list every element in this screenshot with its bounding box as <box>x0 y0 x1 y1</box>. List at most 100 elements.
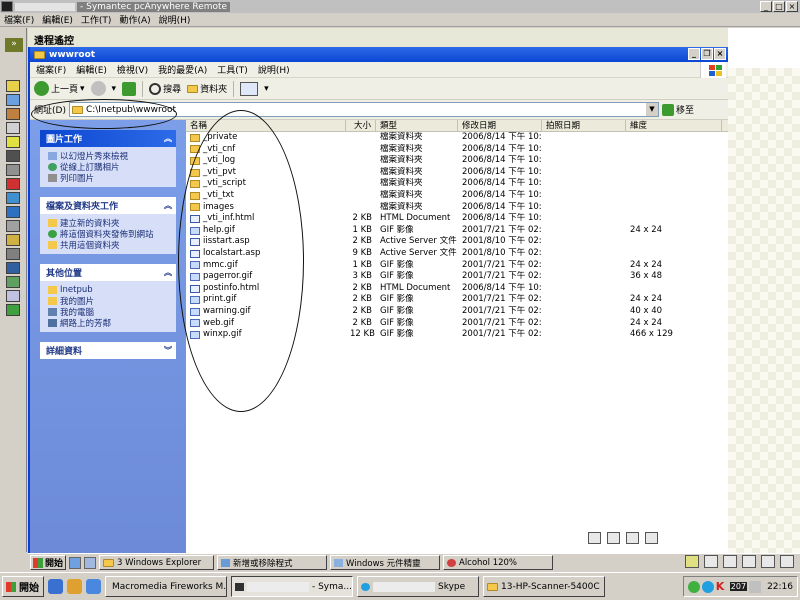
expand-icon[interactable]: ︾ <box>164 345 172 356</box>
task-pcanywhere[interactable]: - Syma... <box>231 576 353 597</box>
go-button[interactable]: 移至 <box>661 103 694 116</box>
help-icon[interactable] <box>780 555 794 568</box>
rect-icon[interactable] <box>626 532 639 544</box>
explorer-menu-tools[interactable]: 工具(T) <box>217 63 248 76</box>
chat-icon[interactable] <box>6 94 20 106</box>
menu-file[interactable]: 檔案(F) <box>4 13 34 26</box>
place-inetpub[interactable]: Inetpub <box>48 284 171 295</box>
ie-alt-quicklaunch-icon[interactable] <box>86 579 101 594</box>
task-new-folder[interactable]: 建立新的資料夾 <box>48 217 171 229</box>
folder-icon[interactable] <box>742 555 756 568</box>
outlook-quicklaunch-icon[interactable] <box>67 579 82 594</box>
explorer-close-button[interactable]: × <box>714 48 726 60</box>
chevron-down-icon[interactable]: ▼ <box>645 103 658 116</box>
network-icon[interactable] <box>6 276 20 288</box>
desktop-quicklaunch-icon[interactable] <box>84 556 96 569</box>
clipboard-icon[interactable] <box>6 122 20 134</box>
monitor-icon[interactable] <box>6 262 20 274</box>
pen-icon[interactable] <box>723 555 737 568</box>
remote-task-explorer[interactable]: 3 Windows Explorer <box>99 555 214 570</box>
place-my-computer[interactable]: 我的電腦 <box>48 306 171 318</box>
green-status-icon[interactable] <box>687 580 700 593</box>
menu-actions[interactable]: 動作(A) <box>119 13 150 26</box>
place-my-pictures[interactable]: 我的圖片 <box>48 295 171 307</box>
column-type[interactable]: 類型 <box>376 120 458 131</box>
task-skype[interactable]: Skype <box>357 576 479 597</box>
help-icon[interactable] <box>6 80 20 92</box>
folders-button[interactable]: 資料夾 <box>187 82 227 95</box>
picture-tasks-header[interactable]: 圖片工作 ︽ <box>40 130 176 147</box>
task-slideshow[interactable]: 以幻燈片秀來檢視 <box>48 150 171 162</box>
explorer-menu-view[interactable]: 檢視(V) <box>117 63 148 76</box>
settings-icon[interactable] <box>6 220 20 232</box>
explorer-menu-file[interactable]: 檔案(F) <box>36 63 66 76</box>
place-network[interactable]: 網路上的芳鄰 <box>48 317 171 329</box>
details-header[interactable]: 詳細資料 ︾ <box>40 342 176 359</box>
task-order-prints[interactable]: 從線上訂購相片 <box>48 161 171 173</box>
help-icon[interactable] <box>645 532 658 544</box>
start-button[interactable]: 開始 <box>2 576 44 597</box>
maximize-button[interactable]: □ <box>773 1 785 12</box>
forward-button[interactable] <box>90 81 106 96</box>
close-button[interactable]: × <box>786 1 798 12</box>
print-icon[interactable] <box>6 248 20 260</box>
remote-task-alcohol[interactable]: Alcohol 120% <box>443 555 553 570</box>
remote-task-components[interactable]: Windows 元件精靈 <box>330 555 440 570</box>
remote-task-add-remove[interactable]: 新增或移除程式 <box>217 555 327 570</box>
connect-icon[interactable] <box>6 304 20 316</box>
chevron-down-icon[interactable]: ▾ <box>112 84 117 94</box>
menu-tasks[interactable]: 工作(T) <box>81 13 112 26</box>
task-print-pictures[interactable]: 列印圖片 <box>48 172 171 184</box>
collapse-icon[interactable]: ︽ <box>164 200 172 211</box>
transfer-icon[interactable] <box>6 108 20 120</box>
task-scanner-folder[interactable]: 13-HP-Scanner-5400C <box>483 576 605 597</box>
pen-icon[interactable] <box>607 532 620 544</box>
column-dimensions[interactable]: 維度 <box>626 120 722 131</box>
collapse-icon[interactable]: ︽ <box>164 267 172 278</box>
expand-toolbar-button[interactable]: » <box>5 38 23 52</box>
keyboard-icon[interactable] <box>6 164 20 176</box>
column-modified[interactable]: 修改日期 <box>458 120 542 131</box>
lock-icon[interactable] <box>6 234 20 246</box>
remote-start-button[interactable]: 開始 <box>30 555 66 570</box>
search-button[interactable]: 搜尋 <box>149 82 181 95</box>
column-size[interactable]: 大小 <box>346 120 376 131</box>
file-manager-icon[interactable] <box>6 192 20 204</box>
ie-quicklaunch-icon[interactable] <box>48 579 63 594</box>
keyboard-icon[interactable] <box>704 555 718 568</box>
rect-icon[interactable] <box>761 555 775 568</box>
collapse-icon[interactable]: ︽ <box>164 133 172 144</box>
explorer-minimize-button[interactable]: _ <box>688 48 700 60</box>
file-folder-tasks-header[interactable]: 檔案及資料夾工作 ︽ <box>40 197 176 214</box>
menu-help[interactable]: 說明(H) <box>159 13 191 26</box>
kaspersky-icon[interactable]: K <box>716 580 728 593</box>
stop-icon[interactable] <box>6 178 20 190</box>
chevron-down-icon[interactable]: ▾ <box>264 84 269 94</box>
explorer-menu-favorites[interactable]: 我的最愛(A) <box>158 63 207 76</box>
display-icon[interactable] <box>6 206 20 218</box>
explorer-menu-edit[interactable]: 編輯(E) <box>76 63 107 76</box>
volume-icon[interactable] <box>749 580 762 593</box>
grid-icon[interactable] <box>685 555 699 568</box>
chevron-down-icon[interactable]: ▾ <box>80 84 85 94</box>
record-icon[interactable] <box>6 136 20 148</box>
task-publish-web[interactable]: 將這個資料夾發佈到網站 <box>48 228 171 240</box>
ie-quicklaunch-icon[interactable] <box>69 556 81 569</box>
keyboard-icon[interactable] <box>588 532 601 544</box>
views-button[interactable] <box>240 81 259 96</box>
back-button[interactable]: 上一頁 ▾ <box>34 81 85 96</box>
other-places-header[interactable]: 其他位置 ︽ <box>40 264 176 281</box>
explorer-menu-help[interactable]: 說明(H) <box>258 63 290 76</box>
column-date-taken[interactable]: 拍照日期 <box>542 120 626 131</box>
pcanywhere-app-icon[interactable] <box>1 1 13 12</box>
task-share-folder[interactable]: 共用這個資料夾 <box>48 239 171 251</box>
clock[interactable]: 22:16 <box>767 582 793 592</box>
screen-icon[interactable] <box>6 150 20 162</box>
explorer-restore-button[interactable]: ❐ <box>701 48 713 60</box>
menu-edit[interactable]: 編輯(E) <box>42 13 73 26</box>
minimize-button[interactable]: _ <box>760 1 772 12</box>
up-folder-button[interactable] <box>122 81 137 96</box>
users-icon[interactable] <box>6 290 20 302</box>
skype-tray-icon[interactable] <box>701 580 714 593</box>
task-fireworks[interactable]: Macromedia Fireworks M... <box>105 576 227 597</box>
